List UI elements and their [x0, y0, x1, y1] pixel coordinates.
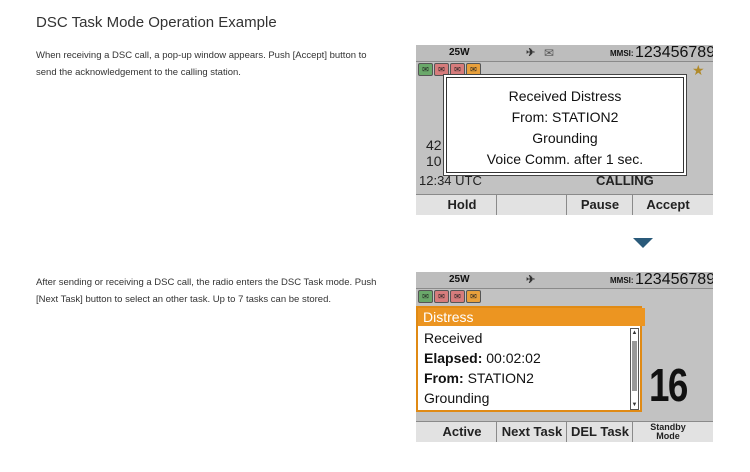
del-task-button[interactable]: DEL Task	[566, 422, 633, 442]
dsc-popup-window: Received Distress From: STATION2 Groundi…	[444, 75, 686, 175]
scroll-thumb[interactable]	[632, 341, 637, 391]
task-envelope-icon: ✉	[466, 290, 481, 303]
mmsi-label: MMSI:	[610, 276, 634, 285]
section1-description: When receiving a DSC call, a pop-up wind…	[36, 50, 367, 78]
task-icons: ✉ ✉ ✉ ✉	[418, 290, 481, 303]
task-envelope-icon: ✉	[418, 290, 433, 303]
active-button[interactable]: Active	[426, 422, 498, 442]
pause-button[interactable]: Pause	[566, 195, 633, 215]
task-icons: ✉ ✉ ✉ ✉	[418, 63, 481, 76]
mmsi-value: 123456789	[635, 45, 713, 61]
popup-line-3: Grounding	[532, 130, 598, 146]
task-envelope-icon: ✉	[450, 290, 465, 303]
softkey-bar: Active Next Task DEL Task Standby Mode	[416, 421, 713, 442]
radio-screen-task-mode: 25W ✈ MMSI: 123456789 ✉ ✉ ✉ ✉ Distress R…	[416, 272, 713, 442]
task-line-from: From: STATION2	[424, 370, 534, 386]
background-channel-bottom: 10	[426, 153, 442, 169]
mail-icon: ✉	[544, 46, 555, 60]
down-arrow-icon	[633, 238, 653, 248]
status-bar: 25W ✈ ✉ MMSI: 123456789	[416, 45, 713, 62]
power-level: 25W	[449, 47, 470, 58]
task-line-received: Received	[424, 330, 483, 346]
elapsed-label: Elapsed:	[424, 350, 483, 366]
task-envelope-icon: ✉	[450, 63, 465, 76]
channel-number: 16	[649, 359, 688, 411]
accept-button[interactable]: Accept	[632, 195, 703, 215]
background-channel-top: 42	[426, 137, 442, 153]
radio-screen-popup: 25W ✈ ✉ MMSI: 123456789 ✉ ✉ ✉ ✉ ★ 42 10 …	[416, 45, 713, 215]
satellite-icon: ✈	[526, 274, 536, 286]
status-bar: 25W ✈ MMSI: 123456789	[416, 272, 713, 289]
task-envelope-icon: ✉	[434, 290, 449, 303]
mmsi-value: 123456789	[635, 272, 713, 288]
page-title: DSC Task Mode Operation Example	[36, 14, 277, 31]
next-task-button[interactable]: Next Task	[496, 422, 567, 442]
empty-softkey[interactable]	[496, 195, 567, 215]
scroll-down-icon[interactable]: ▼	[631, 401, 638, 409]
dsc-task-window: Distress Received Elapsed: 00:02:02 From…	[416, 306, 645, 412]
task-envelope-icon: ✉	[418, 63, 433, 76]
mode-label: Mode	[656, 431, 680, 441]
task-scrollbar[interactable]: ▲ ▼	[630, 328, 639, 410]
satellite-icon: ✈	[526, 47, 536, 59]
from-value: STATION2	[467, 370, 534, 386]
elapsed-value: 00:02:02	[486, 350, 541, 366]
section2-description: After sending or receiving a DSC call, t…	[36, 277, 377, 305]
standby-mode-button[interactable]: Standby Mode	[632, 422, 703, 442]
popup-line-1: Received Distress	[508, 88, 622, 104]
task-envelope-icon: ✉	[434, 63, 449, 76]
hold-button[interactable]: Hold	[426, 195, 498, 215]
background-status: CALLING	[596, 173, 654, 188]
popup-line-4: Voice Comm. after 1 sec.	[486, 151, 644, 167]
scroll-up-icon[interactable]: ▲	[631, 329, 638, 337]
favorite-star-icon: ★	[692, 62, 705, 78]
task-header: Distress	[418, 308, 645, 326]
softkey-bar: Hold Pause Accept	[416, 194, 713, 215]
task-envelope-icon: ✉	[466, 63, 481, 76]
from-label: From:	[424, 370, 464, 386]
task-line-grounding: Grounding	[424, 390, 490, 406]
popup-line-2: From: STATION2	[511, 109, 619, 125]
mmsi-label: MMSI:	[610, 49, 634, 58]
power-level: 25W	[449, 274, 470, 285]
task-line-elapsed: Elapsed: 00:02:02	[424, 350, 541, 366]
background-time: 12:34 UTC	[419, 173, 482, 188]
